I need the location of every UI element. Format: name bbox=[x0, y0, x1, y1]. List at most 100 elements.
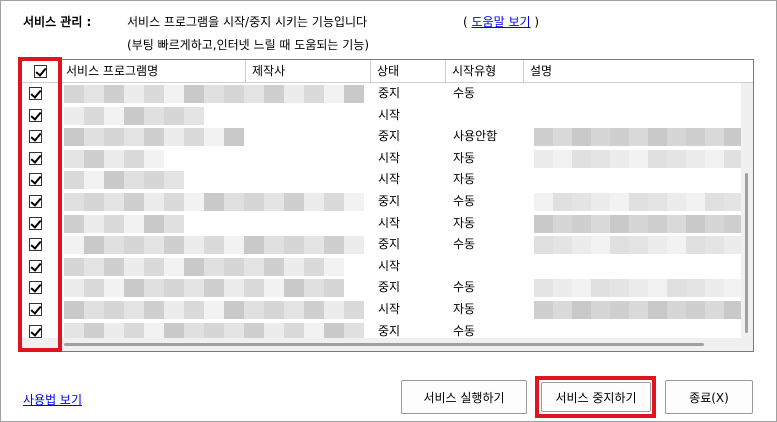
redacted-block bbox=[124, 85, 144, 103]
row-checkbox[interactable] bbox=[29, 281, 42, 295]
redacted-block bbox=[184, 279, 204, 298]
redacted-block bbox=[324, 257, 344, 276]
redacted-block bbox=[164, 214, 184, 233]
redacted-block bbox=[686, 279, 705, 298]
status-cell: 시작 bbox=[378, 172, 401, 187]
redacted-block bbox=[572, 128, 591, 147]
table-row[interactable]: 시작 자동 bbox=[22, 169, 744, 191]
redacted-block bbox=[204, 236, 224, 255]
redacted-block bbox=[591, 193, 610, 211]
row-checkbox[interactable] bbox=[29, 108, 42, 122]
redacted-block bbox=[591, 149, 610, 168]
help-paren-close: ) bbox=[534, 15, 540, 29]
table-row[interactable]: 시작 자동 bbox=[22, 148, 744, 170]
table-row[interactable]: 시작 자동 bbox=[22, 299, 744, 321]
start-type-cell: 자동 bbox=[453, 302, 476, 316]
column-header-vendor[interactable]: 제작사 bbox=[246, 60, 371, 83]
table-row[interactable]: 중지 수동 bbox=[22, 234, 744, 256]
redacted-block bbox=[667, 301, 686, 319]
section-title: 서비스 관리 : bbox=[23, 15, 92, 29]
redacted-block bbox=[610, 214, 629, 233]
redacted-block bbox=[591, 301, 610, 319]
run-service-button[interactable]: 서비스 실행하기 bbox=[401, 380, 527, 414]
table-row[interactable]: 시작 bbox=[22, 256, 744, 278]
redacted-block bbox=[344, 193, 364, 211]
redacted-block bbox=[64, 85, 84, 103]
redacted-block bbox=[184, 301, 204, 319]
redacted-block bbox=[184, 128, 204, 147]
status-cell: 중지 bbox=[378, 280, 401, 295]
row-checkbox[interactable] bbox=[29, 195, 42, 208]
row-checkbox[interactable] bbox=[29, 259, 42, 273]
redacted-block bbox=[572, 279, 591, 298]
table-row[interactable]: 시작 자동 bbox=[22, 213, 744, 235]
redacted-block bbox=[144, 257, 164, 276]
redacted-block bbox=[224, 85, 244, 103]
horizontal-scroll-thumb[interactable] bbox=[64, 343, 704, 346]
redacted-block bbox=[84, 106, 104, 125]
row-checkbox[interactable] bbox=[29, 303, 42, 316]
redacted-block bbox=[104, 149, 124, 168]
exit-button[interactable]: 종료(X) bbox=[665, 380, 753, 414]
row-checkbox[interactable] bbox=[29, 151, 42, 165]
column-header-description[interactable]: 설명 bbox=[524, 60, 744, 83]
table-row[interactable]: 중지 사용안함 bbox=[22, 126, 744, 148]
column-header-start-type[interactable]: 시작유형 bbox=[446, 60, 524, 83]
status-cell: 중지 bbox=[378, 86, 401, 100]
status-cell: 시작 bbox=[378, 258, 401, 273]
row-checkbox[interactable] bbox=[29, 216, 42, 230]
redacted-block bbox=[572, 236, 591, 255]
redacted-block bbox=[591, 279, 610, 298]
redacted-block bbox=[164, 257, 184, 276]
redacted-block bbox=[224, 279, 244, 298]
row-checkbox[interactable] bbox=[29, 238, 42, 252]
vertical-scroll-thumb[interactable] bbox=[745, 173, 748, 333]
column-header-service-name[interactable]: 서비스 프로그램명 bbox=[60, 60, 246, 83]
vertical-scrollbar[interactable] bbox=[741, 83, 753, 340]
redacted-block bbox=[244, 279, 264, 298]
service-list[interactable]: 서비스 프로그램명 제작사 상태 시작유형 설명 중지 수동 시작 중지 사용안함 시작 자… bbox=[21, 59, 754, 352]
redacted-block bbox=[204, 193, 224, 211]
start-type-cell: 자동 bbox=[453, 150, 476, 165]
redacted-block bbox=[284, 279, 304, 298]
row-checkbox[interactable] bbox=[29, 87, 42, 100]
redacted-block bbox=[534, 214, 553, 233]
redacted-block bbox=[648, 236, 667, 255]
column-header-status[interactable]: 상태 bbox=[371, 60, 446, 83]
redacted-block bbox=[284, 85, 304, 103]
section-subtitle: (부팅 빠르게하고,인터넷 느릴 때 도움되는 기능) bbox=[127, 38, 370, 52]
table-row[interactable]: 중지 수동 bbox=[22, 191, 744, 213]
row-checkbox[interactable] bbox=[29, 173, 42, 187]
redacted-block bbox=[264, 257, 284, 276]
redacted-block bbox=[184, 257, 204, 276]
redacted-block bbox=[304, 236, 324, 255]
row-checkbox[interactable] bbox=[29, 130, 42, 144]
usage-link[interactable]: 사용법 보기 bbox=[23, 391, 82, 408]
table-row[interactable]: 중지 수동 bbox=[22, 83, 744, 105]
redacted-block bbox=[224, 193, 244, 211]
redacted-block bbox=[304, 257, 324, 276]
help-paren-open: ( bbox=[463, 15, 468, 29]
redacted-block bbox=[124, 236, 144, 255]
redacted-block bbox=[164, 236, 184, 255]
redacted-block bbox=[164, 85, 184, 103]
redacted-block bbox=[629, 301, 648, 319]
redacted-block bbox=[324, 236, 344, 255]
redacted-block bbox=[591, 214, 610, 233]
redacted-block bbox=[144, 214, 164, 233]
stop-service-button[interactable]: 서비스 중지하기 bbox=[541, 382, 651, 412]
redacted-block bbox=[705, 214, 724, 233]
redacted-block bbox=[84, 171, 104, 190]
start-type-cell: 수동 bbox=[453, 237, 476, 252]
row-checkbox[interactable] bbox=[29, 324, 42, 338]
select-all-checkbox[interactable] bbox=[34, 65, 47, 78]
redacted-block bbox=[591, 236, 610, 255]
help-link[interactable]: 도움말 보기 bbox=[472, 15, 531, 29]
redacted-block bbox=[64, 171, 84, 190]
redacted-block bbox=[164, 279, 184, 298]
redacted-block bbox=[124, 257, 144, 276]
redacted-block bbox=[204, 257, 224, 276]
table-row[interactable]: 시작 bbox=[22, 105, 744, 127]
table-row[interactable]: 중지 수동 bbox=[22, 277, 744, 299]
horizontal-scrollbar[interactable] bbox=[22, 338, 743, 351]
